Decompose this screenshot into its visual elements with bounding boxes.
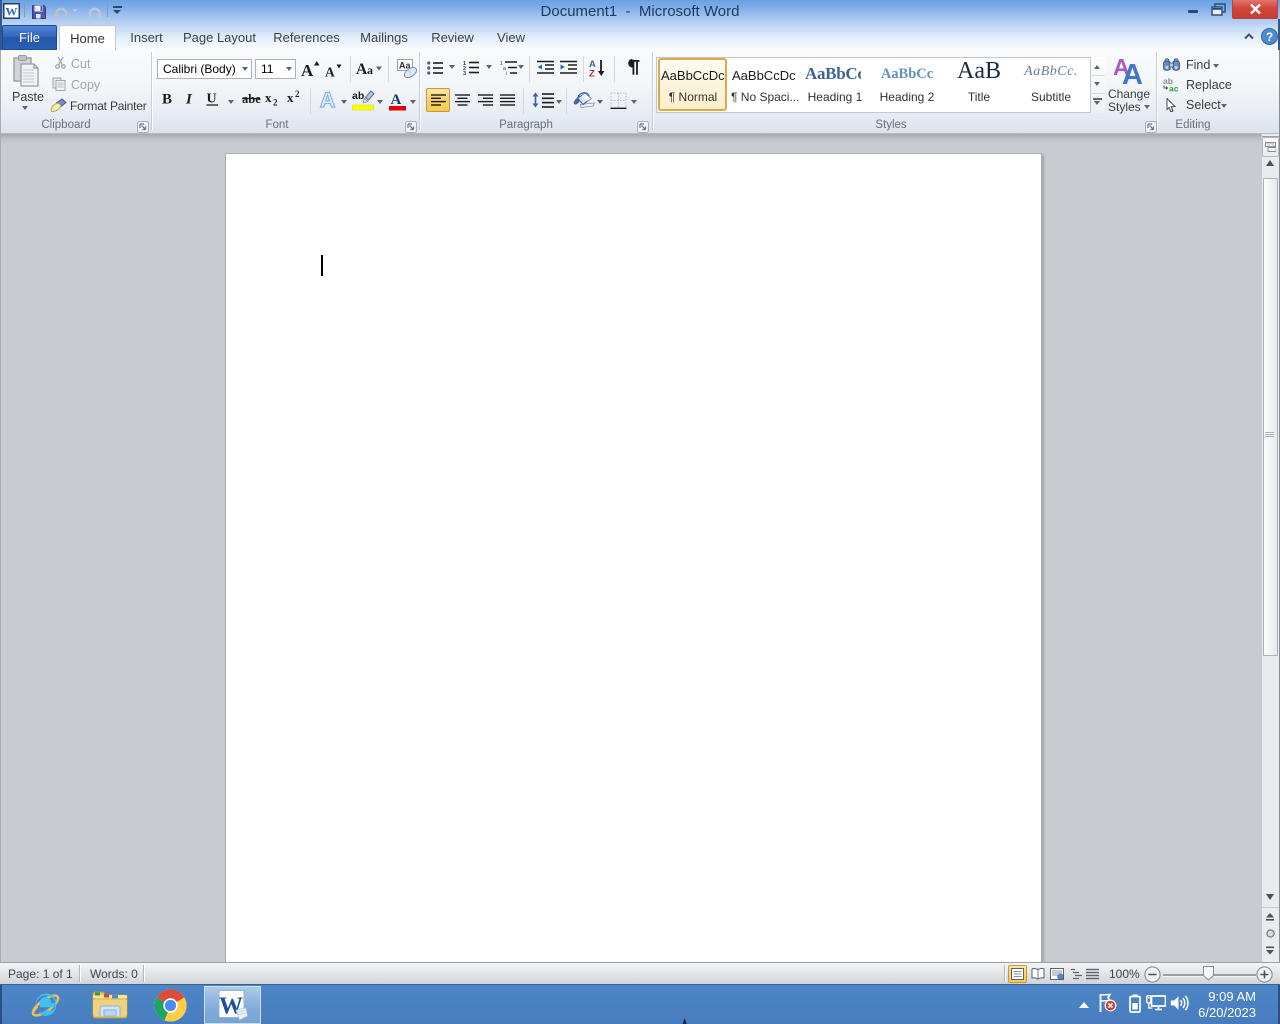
svg-text:A: A [1122, 59, 1143, 85]
svg-text:A: A [325, 65, 335, 78]
svg-text:U: U [207, 92, 217, 107]
svg-text:Z: Z [589, 69, 595, 78]
svg-text:i: i [506, 71, 507, 75]
svg-text:x: x [265, 92, 272, 105]
svg-text:A: A [391, 92, 402, 108]
svg-text:W: W [6, 5, 18, 19]
svg-text:a: a [367, 63, 373, 77]
svg-text:B: B [162, 92, 172, 106]
svg-text:2: 2 [273, 98, 278, 107]
svg-text:I: I [185, 92, 193, 106]
svg-text:A: A [320, 89, 335, 110]
svg-text:ac: ac [1169, 84, 1179, 93]
svg-text:ab: ab [352, 90, 364, 102]
svg-text:3: 3 [463, 71, 466, 75]
svg-text:A: A [301, 61, 314, 77]
svg-text:2: 2 [295, 90, 300, 99]
svg-text:x: x [287, 90, 294, 105]
svg-text:?: ? [1266, 30, 1273, 44]
